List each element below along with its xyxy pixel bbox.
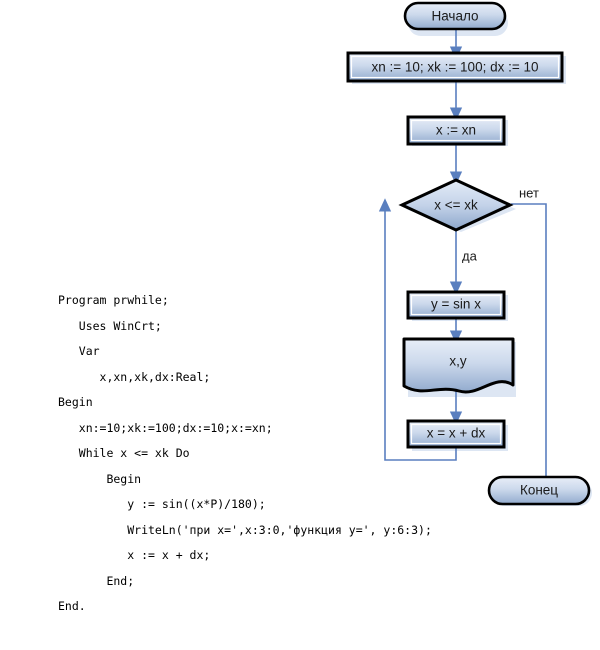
node-assign-label: x := xn — [436, 123, 476, 138]
node-init-label: xn := 10; xk := 100; dx := 10 — [372, 60, 539, 75]
node-init[interactable]: xn := 10; xk := 100; dx := 10 — [346, 51, 564, 83]
flowchart-diagram: Начало xn := 10; xk := 100; dx := 10 x :… — [0, 0, 600, 650]
node-condition-label: x <= xk — [434, 198, 478, 213]
node-condition[interactable]: x <= xk — [398, 178, 514, 232]
edge-label-yes: да — [462, 248, 478, 263]
connector-cond-no-to-end — [511, 203, 553, 492]
node-output-label: x,y — [449, 354, 467, 369]
node-end[interactable]: Конец — [487, 475, 591, 506]
node-calc-label: y = sin x — [431, 297, 481, 312]
edge-label-no: нет — [519, 185, 539, 200]
node-end-label: Конец — [520, 483, 558, 498]
node-step-label: x = x + dx — [427, 426, 486, 441]
node-start-label: Начало — [431, 9, 478, 24]
node-calc[interactable]: y = sin x — [406, 290, 506, 320]
node-assign[interactable]: x := xn — [406, 115, 506, 146]
node-start[interactable]: Начало — [403, 1, 507, 31]
node-step[interactable]: x = x + dx — [406, 419, 506, 449]
